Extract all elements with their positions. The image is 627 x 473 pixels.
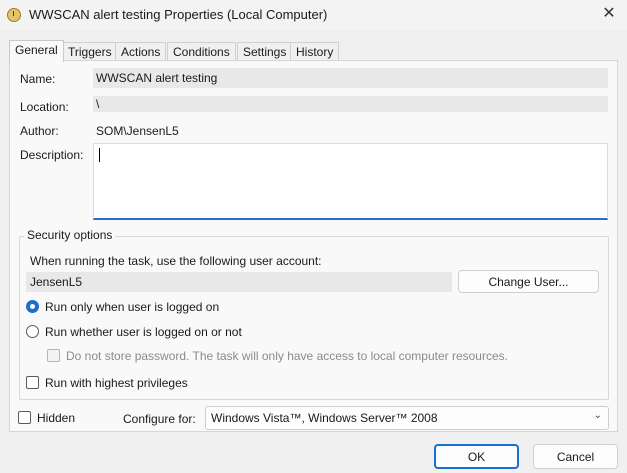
tab-triggers[interactable]: Triggers — [62, 42, 118, 61]
close-button[interactable]: ✕ — [596, 3, 622, 27]
tab-general[interactable]: General — [9, 40, 64, 62]
cancel-button[interactable]: Cancel — [533, 444, 618, 469]
location-label: Location: — [20, 100, 69, 114]
chevron-down-icon: ⌄ — [593, 410, 602, 421]
tab-actions[interactable]: Actions — [115, 42, 167, 61]
do-not-store-checkbox[interactable] — [47, 349, 60, 362]
hidden-label[interactable]: Hidden — [37, 411, 75, 425]
text-caret — [99, 148, 100, 162]
run-logged-on-radio[interactable] — [26, 300, 39, 313]
security-options-legend: Security options — [24, 228, 116, 242]
configure-for-value: Windows Vista™, Windows Server™ 2008 — [211, 411, 438, 425]
account-prompt: When running the task, use the following… — [30, 254, 322, 268]
change-user-button[interactable]: Change User... — [458, 270, 599, 293]
author-value: SOM\JensenL5 — [96, 124, 179, 138]
highest-privileges-checkbox[interactable] — [26, 376, 39, 389]
task-scheduler-icon — [7, 8, 21, 22]
configure-for-label: Configure for: — [123, 412, 196, 426]
name-label: Name: — [20, 72, 56, 86]
ok-button[interactable]: OK — [434, 444, 519, 469]
run-logged-on-label[interactable]: Run only when user is logged on — [45, 300, 219, 314]
name-field[interactable]: WWSCAN alert testing — [93, 68, 608, 88]
location-field: \ — [93, 96, 608, 112]
hidden-checkbox[interactable] — [18, 411, 31, 424]
run-whether-label[interactable]: Run whether user is logged on or not — [45, 325, 242, 339]
highest-privileges-label[interactable]: Run with highest privileges — [45, 376, 188, 390]
author-label: Author: — [20, 124, 59, 138]
run-whether-radio[interactable] — [26, 325, 39, 338]
description-textarea[interactable] — [93, 143, 608, 220]
tab-settings[interactable]: Settings — [237, 42, 293, 61]
window-title: WWSCAN alert testing Properties (Local C… — [29, 7, 328, 22]
tab-history[interactable]: History — [290, 42, 340, 61]
user-account-field: JensenL5 — [26, 272, 452, 292]
title-bar: WWSCAN alert testing Properties (Local C… — [0, 0, 627, 30]
do-not-store-label: Do not store password. The task will onl… — [66, 349, 508, 363]
description-label: Description: — [20, 148, 84, 162]
configure-for-select[interactable]: Windows Vista™, Windows Server™ 2008 ⌄ — [205, 406, 609, 430]
tab-conditions[interactable]: Conditions — [167, 42, 236, 61]
